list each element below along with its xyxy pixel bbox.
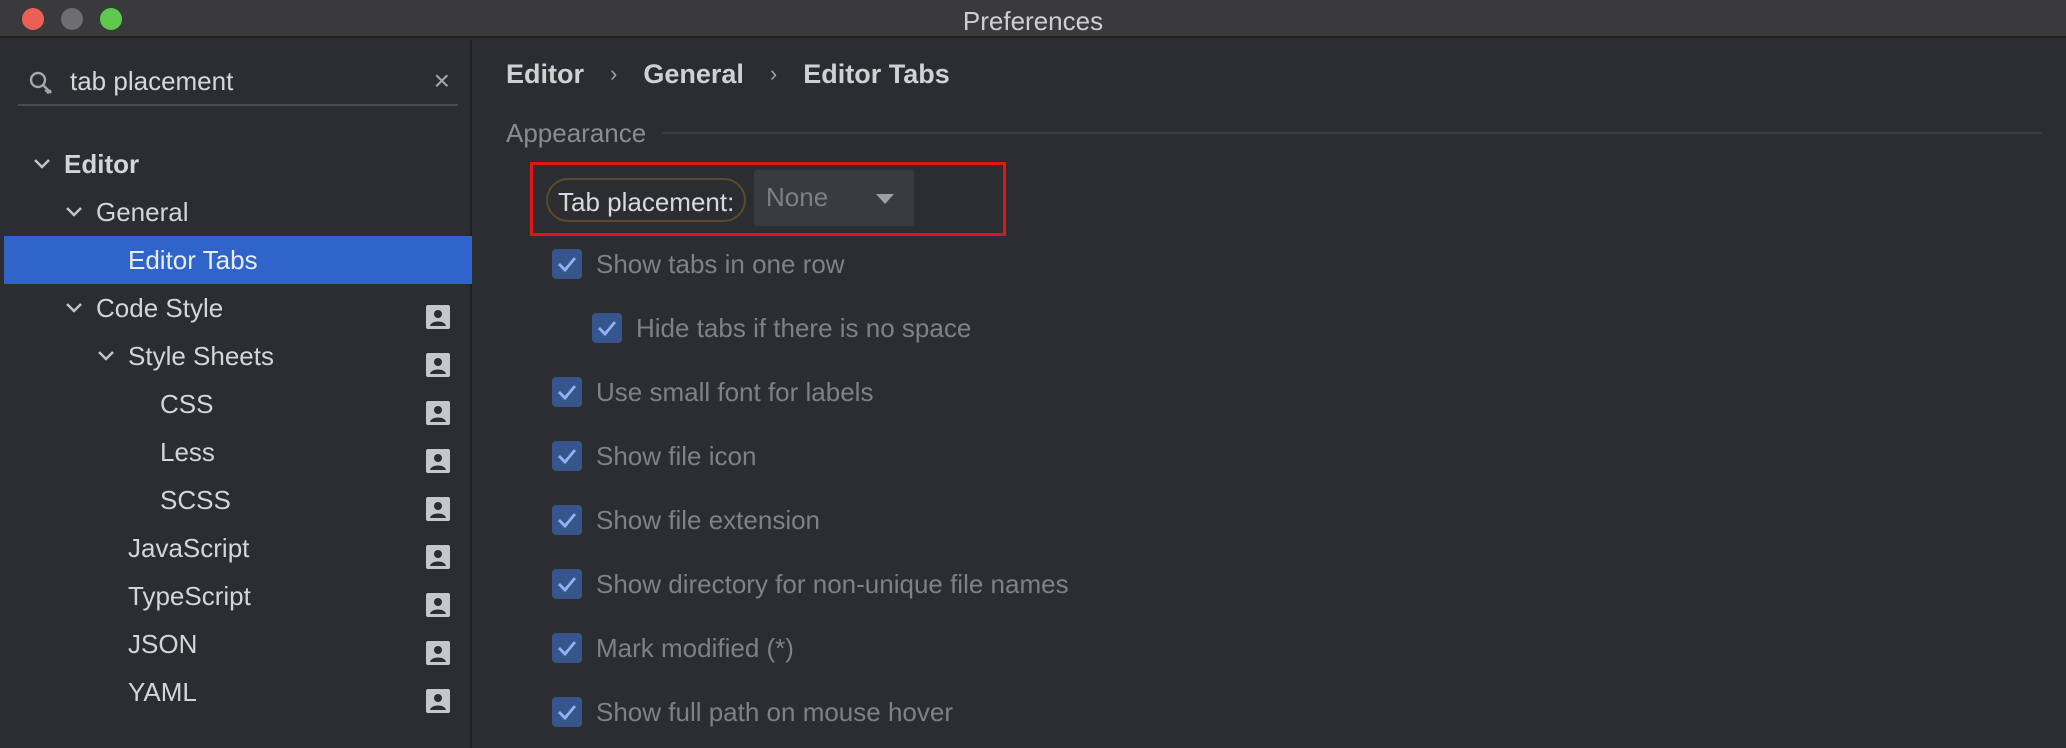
checkbox-use-small-font[interactable]: Use small font for labels [552, 372, 873, 412]
ide-profile-icon [426, 536, 450, 569]
tree-item-label: Editor [64, 149, 140, 179]
checkbox[interactable] [592, 313, 622, 343]
ide-profile-icon [426, 488, 450, 521]
chevron-down-icon[interactable] [62, 284, 86, 332]
checkbox[interactable] [552, 697, 582, 727]
clear-search-icon[interactable]: × [434, 66, 450, 96]
ide-profile-icon [426, 344, 450, 377]
search-icon[interactable] [28, 70, 54, 96]
settings-content: Editor › General › Editor Tabs Appearanc… [474, 40, 2066, 748]
tab-placement-label: Tab placement: [546, 178, 747, 222]
tree-item-label: YAML [128, 677, 197, 707]
breadcrumb-item[interactable]: General [643, 59, 744, 90]
ide-profile-icon [426, 632, 450, 665]
checkbox-label: Show tabs in one row [596, 248, 845, 279]
chevron-down-icon[interactable] [94, 332, 118, 380]
ide-profile-icon [426, 392, 450, 425]
tree-item-style-sheets[interactable]: Style Sheets [4, 332, 472, 380]
breadcrumb-item: Editor Tabs [803, 58, 950, 89]
tree-item-less[interactable]: Less [4, 428, 472, 476]
tree-item-label: Editor Tabs [128, 245, 258, 275]
section-title: Appearance [506, 118, 647, 148]
checkbox-hide-tabs-if-no-space[interactable]: Hide tabs if there is no space [592, 308, 971, 348]
chevron-down-icon[interactable] [62, 188, 86, 236]
dropdown-value: None [766, 182, 829, 212]
checkbox-show-file-icon[interactable]: Show file icon [552, 436, 756, 476]
ide-profile-icon [426, 584, 450, 617]
checkbox-label: Show file icon [596, 440, 757, 471]
checkbox[interactable] [552, 633, 582, 663]
checkbox[interactable] [552, 249, 582, 279]
settings-search: × [18, 60, 458, 106]
tree-item-label: Style Sheets [128, 341, 274, 371]
chevron-right-icon: › [769, 61, 778, 86]
tree-item-label: Less [160, 437, 215, 467]
title-bar: Preferences [0, 0, 2066, 38]
tab-placement-dropdown[interactable]: None [754, 170, 914, 226]
breadcrumb-item[interactable]: Editor [506, 59, 584, 90]
tree-item-scss[interactable]: SCSS [4, 476, 472, 524]
checkbox[interactable] [552, 505, 582, 535]
checkbox-label: Hide tabs if there is no space [636, 312, 972, 343]
dropdown-arrow-icon [876, 194, 894, 204]
tree-item-yaml[interactable]: YAML [4, 668, 472, 716]
checkbox[interactable] [552, 377, 582, 407]
tree-item-editor-tabs[interactable]: Editor Tabs [4, 236, 472, 284]
checkbox-show-full-path[interactable]: Show full path on mouse hover [552, 692, 953, 732]
ide-profile-icon [426, 296, 450, 329]
tree-item-code-style[interactable]: Code Style [4, 284, 472, 332]
checkbox-label: Show full path on mouse hover [596, 696, 953, 727]
chevron-down-icon[interactable] [30, 140, 54, 188]
checkbox-label: Use small font for labels [596, 376, 874, 407]
tree-item-label: CSS [160, 389, 214, 419]
checkbox-label: Mark modified (*) [596, 632, 794, 663]
checkbox-label: Show file extension [596, 504, 821, 535]
checkbox[interactable] [552, 569, 582, 599]
tree-item-label: SCSS [160, 485, 231, 515]
tree-item-javascript[interactable]: JavaScript [4, 524, 472, 572]
ide-profile-icon [426, 440, 450, 473]
tree-item-label: Code Style [96, 293, 224, 323]
settings-sidebar: × Editor General Editor Tabs Code Style … [0, 40, 472, 748]
tree-item-label: TypeScript [128, 581, 251, 611]
ide-profile-icon [426, 680, 450, 713]
breadcrumb: Editor › General › Editor Tabs [506, 54, 950, 94]
chevron-right-icon: › [610, 61, 618, 86]
tree-item-editor[interactable]: Editor [4, 140, 472, 188]
tree-item-label: JavaScript [128, 533, 250, 563]
tree-item-css[interactable]: CSS [4, 380, 472, 428]
checkbox-label: Show directory for non-unique file names [596, 568, 1069, 599]
tree-item-general[interactable]: General [4, 188, 472, 236]
checkbox-mark-modified[interactable]: Mark modified (*) [552, 628, 794, 668]
checkbox-show-directory[interactable]: Show directory for non-unique file names [552, 564, 1069, 604]
checkbox-show-file-extension[interactable]: Show file extension [552, 500, 820, 540]
window-title: Preferences [962, 6, 1104, 36]
tree-item-typescript[interactable]: TypeScript [4, 572, 472, 620]
tree-item-label: JSON [128, 629, 198, 659]
tree-item-label: General [96, 197, 189, 227]
section-divider [662, 132, 2042, 134]
checkbox[interactable] [552, 441, 582, 471]
search-input[interactable] [70, 64, 410, 98]
checkbox-show-tabs-in-one-row[interactable]: Show tabs in one row [552, 244, 845, 284]
tree-item-json[interactable]: JSON [4, 620, 472, 668]
